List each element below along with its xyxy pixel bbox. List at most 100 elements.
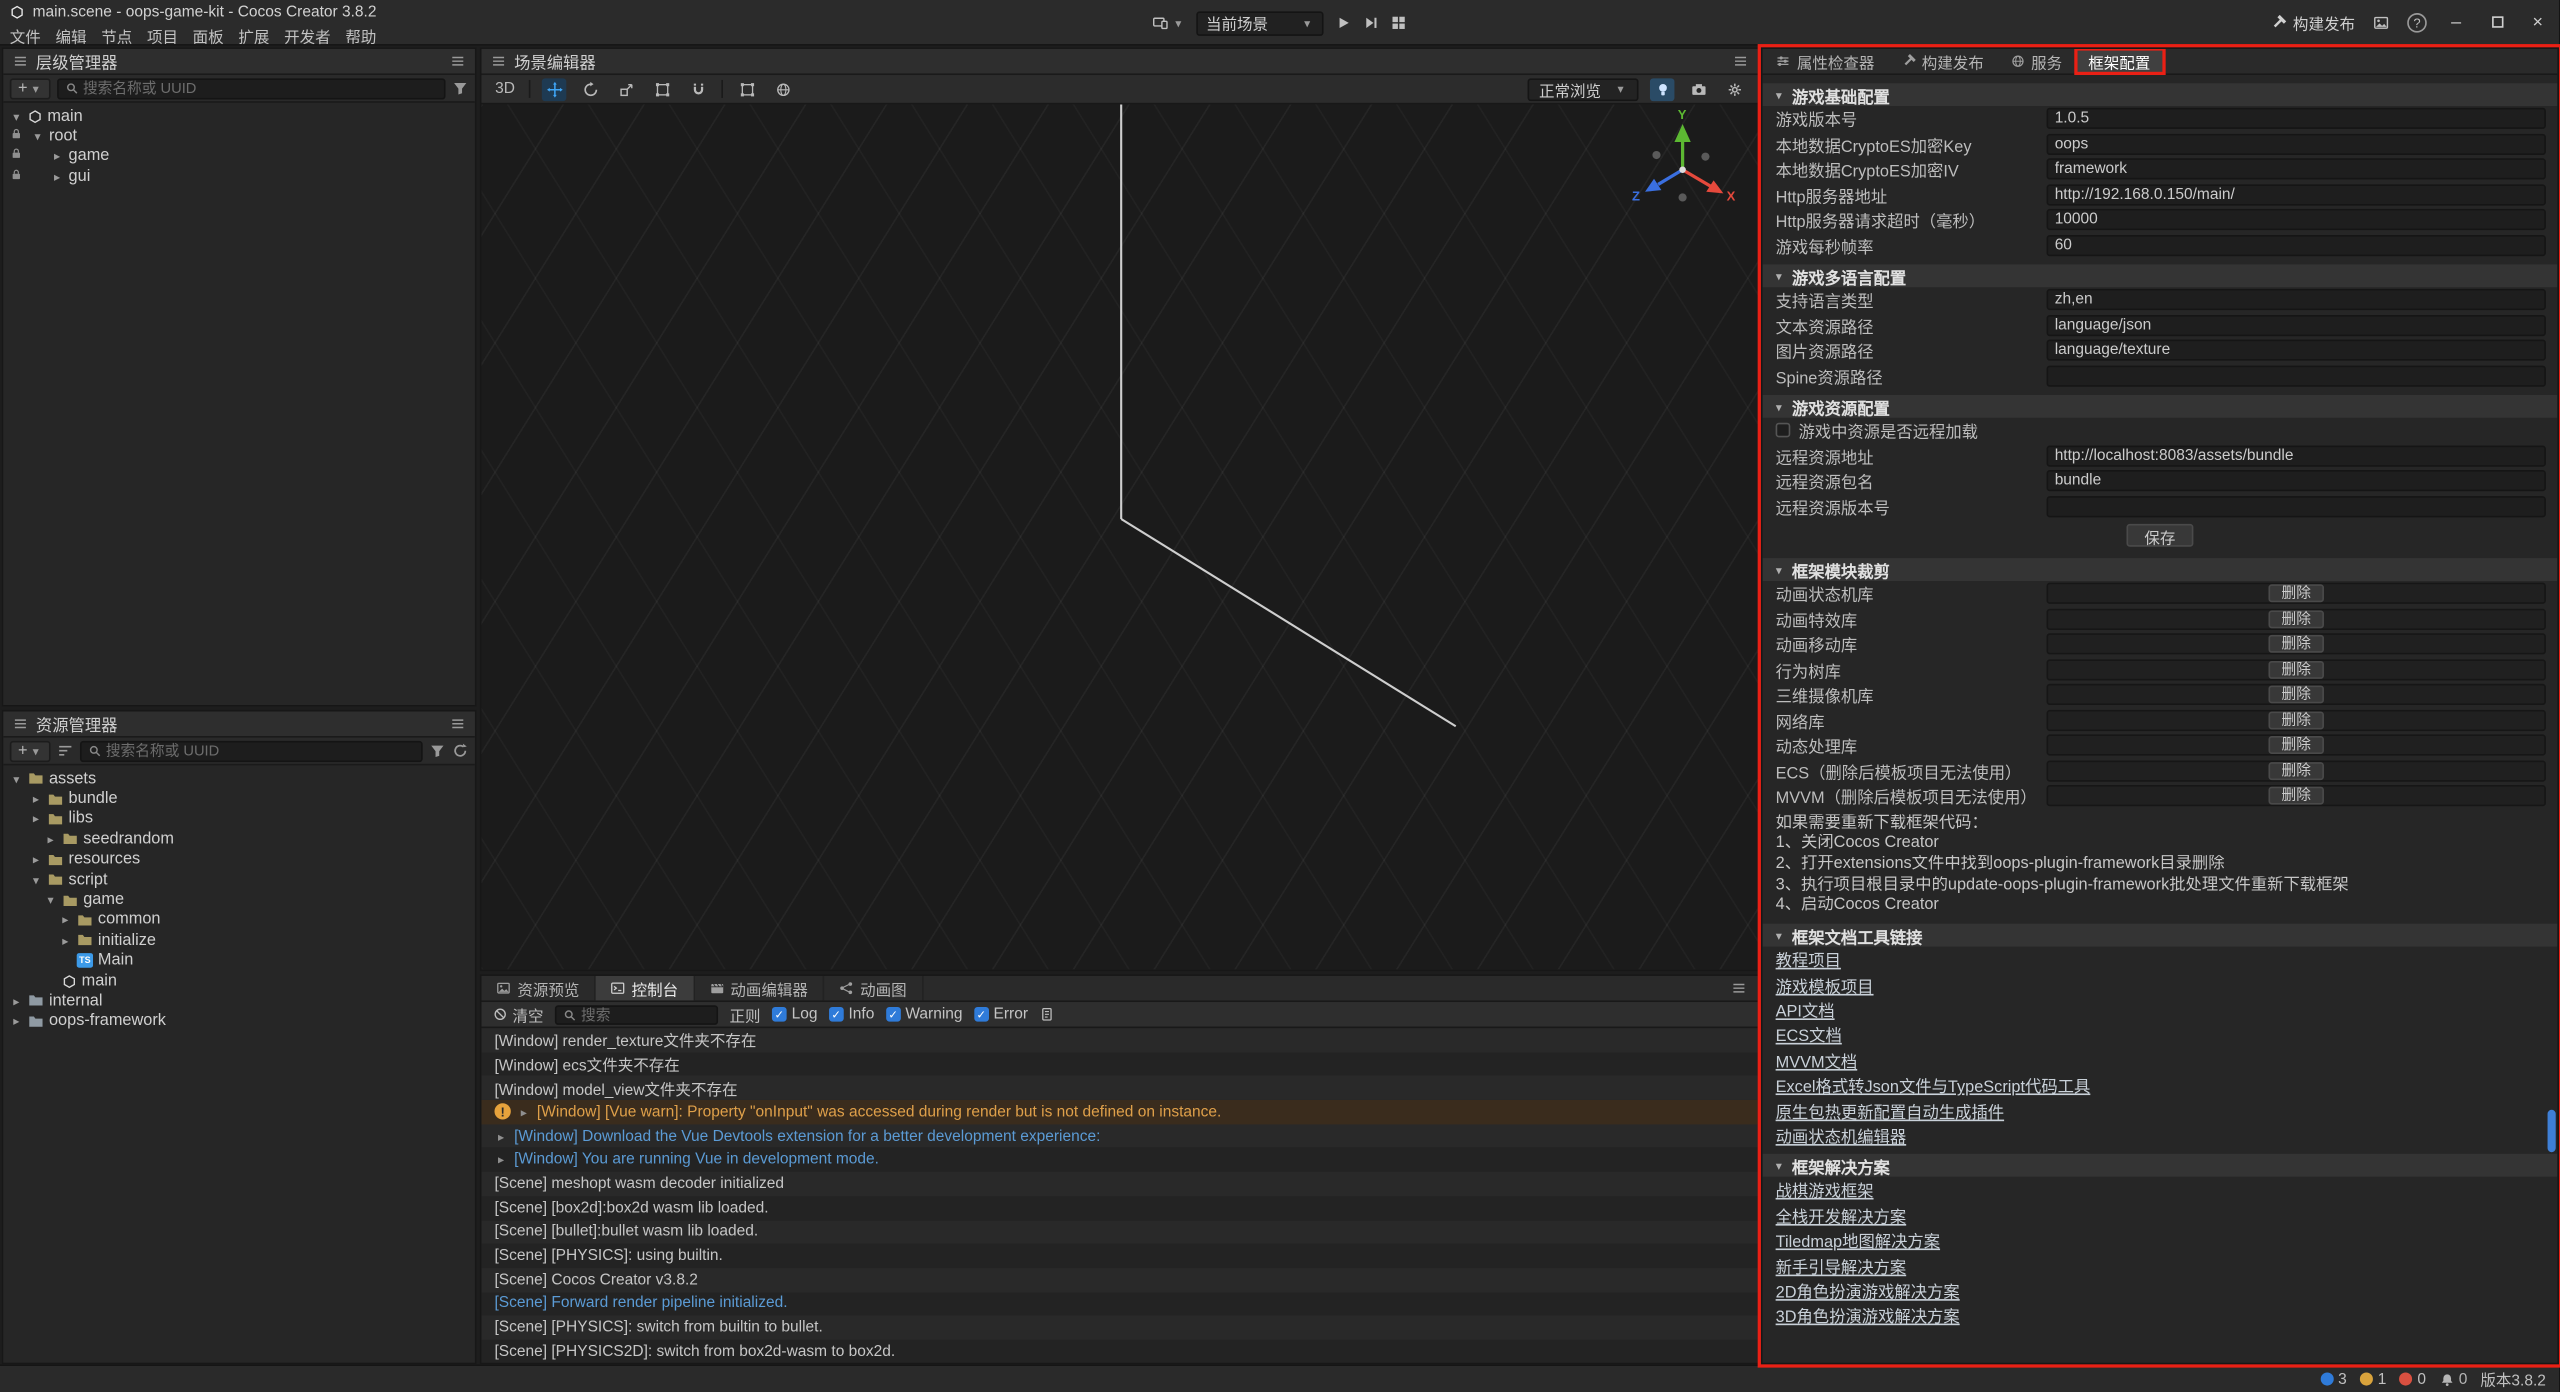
expand-arrow-icon[interactable] (494, 1151, 507, 1169)
checkbox-remote-load[interactable] (1776, 423, 1791, 438)
panel-menu-icon[interactable] (13, 54, 28, 69)
link-tiledmap-solution[interactable]: Tiledmap地图解决方案 (1776, 1227, 1940, 1251)
save-button[interactable]: 保存 (2126, 524, 2193, 547)
create-node-button[interactable]: + (10, 78, 51, 99)
expand-arrow-icon[interactable] (10, 771, 23, 786)
layout-button[interactable] (1390, 15, 1406, 31)
scrollbar-thumb[interactable] (2548, 1110, 2556, 1152)
camera-settings-button[interactable] (1686, 78, 1710, 101)
log-row[interactable]: [Scene] [bullet]:bullet wasm lib loaded. (481, 1220, 1757, 1244)
asset-node-script[interactable]: script (3, 870, 475, 890)
log-row[interactable]: [Scene] [PHYSICS2D]: switch from box2d-w… (481, 1340, 1757, 1363)
log-row-warning[interactable]: ![Window] [Vue warn]: Property "onInput"… (481, 1100, 1757, 1124)
link-chess-framework[interactable]: 战棋游戏框架 (1776, 1177, 1874, 1201)
asset-node-libs[interactable]: libs (3, 809, 475, 829)
expand-arrow-icon[interactable] (31, 129, 44, 144)
link-fullstack-solution[interactable]: 全栈开发解决方案 (1776, 1202, 1907, 1226)
http-timeout-input[interactable] (2047, 209, 2546, 230)
asset-node-seedrandom[interactable]: seedrandom (3, 829, 475, 849)
asset-node-initialize[interactable]: initialize (3, 930, 475, 950)
view-mode-select[interactable]: 正常浏览 (1528, 78, 1639, 101)
asset-node-oops-framework[interactable]: oops-framework (3, 1011, 475, 1031)
log-row[interactable]: [Scene] [PHYSICS]: switch from builtin t… (481, 1316, 1757, 1340)
minimize-button[interactable]: – (2445, 13, 2468, 33)
filter-log[interactable]: ✓Log (772, 1005, 817, 1023)
filter-icon[interactable] (452, 80, 468, 96)
filter-info[interactable]: ✓Info (829, 1005, 874, 1023)
log-row[interactable]: [Scene] [PHYSICS]: using builtin. (481, 1244, 1757, 1268)
build-publish-button[interactable]: 构建发布 (2270, 11, 2355, 34)
clear-console-button[interactable]: 清空 (493, 1003, 544, 1026)
asset-node-internal[interactable]: internal (3, 991, 475, 1011)
text-res-path-input[interactable] (2047, 315, 2546, 336)
lock-icon[interactable] (10, 127, 26, 145)
panel-menu-icon[interactable] (491, 54, 506, 69)
expand-arrow-icon[interactable] (44, 893, 57, 908)
preview-image-button[interactable] (2373, 15, 2389, 31)
expand-arrow-icon[interactable] (517, 1103, 530, 1121)
asset-node-assets[interactable]: assets (3, 769, 475, 789)
filter-icon[interactable] (429, 743, 445, 759)
http-server-input[interactable] (2047, 184, 2546, 205)
asset-node-common[interactable]: common (3, 910, 475, 930)
log-row[interactable]: [Window] render_texture文件夹不存在 (481, 1028, 1757, 1052)
log-row-info[interactable]: [Window] You are running Vue in developm… (481, 1148, 1757, 1172)
delete-button[interactable]: 删除 (2268, 686, 2324, 704)
expand-arrow-icon[interactable] (51, 149, 64, 164)
panel-options-icon[interactable] (1733, 54, 1748, 69)
section-basic-config[interactable]: 游戏基础配置 (1763, 83, 2558, 106)
tab-animation-editor[interactable]: 动画编辑器 (694, 976, 824, 1000)
console-search-input[interactable] (581, 1006, 710, 1022)
expand-arrow-icon[interactable] (29, 812, 42, 827)
snap-tool-button[interactable] (685, 78, 709, 101)
delete-button[interactable]: 删除 (2268, 585, 2324, 603)
log-row-info[interactable]: [Scene] Forward render pipeline initiali… (481, 1292, 1757, 1316)
menu-item-panel[interactable]: 面板 (193, 24, 224, 47)
log-count-badge[interactable]: 3 (2320, 1370, 2347, 1388)
delete-button[interactable]: 删除 (2268, 610, 2324, 628)
asset-node-main-ts[interactable]: TS Main (3, 951, 475, 971)
checkbox-error[interactable]: ✓ (974, 1007, 989, 1022)
preview-target-button[interactable] (1152, 15, 1185, 31)
expand-arrow-icon[interactable] (44, 832, 57, 847)
log-row[interactable]: [Scene] [box2d]:box2d wasm lib loaded. (481, 1196, 1757, 1220)
filter-warning[interactable]: ✓Warning (886, 1005, 963, 1023)
scene-select[interactable]: 当前场景 (1196, 11, 1323, 35)
scale-tool-button[interactable] (614, 78, 638, 101)
menu-item-project[interactable]: 项目 (147, 24, 178, 47)
frame-rate-input[interactable] (2047, 235, 2546, 256)
step-button[interactable] (1363, 15, 1379, 31)
link-3drpg-solution[interactable]: 3D角色扮演游戏解决方案 (1776, 1303, 1960, 1327)
panel-options-icon[interactable] (1732, 981, 1747, 996)
crypto-iv-input[interactable] (2047, 159, 2546, 180)
menu-item-node[interactable]: 节点 (101, 24, 132, 47)
lighting-toggle-button[interactable] (1650, 78, 1674, 101)
pivot-toggle-button[interactable] (734, 78, 758, 101)
panel-options-icon[interactable] (450, 716, 465, 731)
asset-node-game[interactable]: game (3, 890, 475, 910)
link-template-project[interactable]: 游戏模板项目 (1776, 972, 1874, 996)
warning-count-badge[interactable]: 1 (2360, 1370, 2387, 1388)
section-module-trim[interactable]: 框架模块裁剪 (1763, 558, 2558, 581)
tree-node-main[interactable]: main (3, 106, 475, 126)
game-version-input[interactable] (2047, 108, 2546, 129)
menu-item-edit[interactable]: 编辑 (56, 24, 87, 47)
delete-button[interactable]: 删除 (2268, 661, 2324, 679)
delete-button[interactable]: 删除 (2268, 736, 2324, 754)
menu-item-extension[interactable]: 扩展 (238, 24, 269, 47)
panel-menu-icon[interactable] (13, 716, 28, 731)
menu-item-developer[interactable]: 开发者 (284, 24, 331, 47)
asset-node-bundle[interactable]: bundle (3, 789, 475, 809)
log-row[interactable]: [Window] ecs文件夹不存在 (481, 1052, 1757, 1076)
delete-button[interactable]: 删除 (2268, 635, 2324, 653)
remote-version-input[interactable] (2047, 496, 2546, 517)
section-doc-links[interactable]: 框架文档工具链接 (1763, 924, 2558, 947)
assets-search-input[interactable] (106, 743, 415, 759)
link-animator-editor[interactable]: 动画状态机编辑器 (1776, 1123, 1907, 1147)
expand-arrow-icon[interactable] (494, 1127, 507, 1145)
create-asset-button[interactable]: + (10, 740, 51, 761)
tab-framework-config[interactable]: 框架配置 (2075, 49, 2163, 73)
menu-item-help[interactable]: 帮助 (345, 24, 376, 47)
delete-button[interactable]: 删除 (2268, 762, 2324, 780)
console-log-list[interactable]: [Window] render_texture文件夹不存在 [Window] e… (481, 1028, 1757, 1363)
